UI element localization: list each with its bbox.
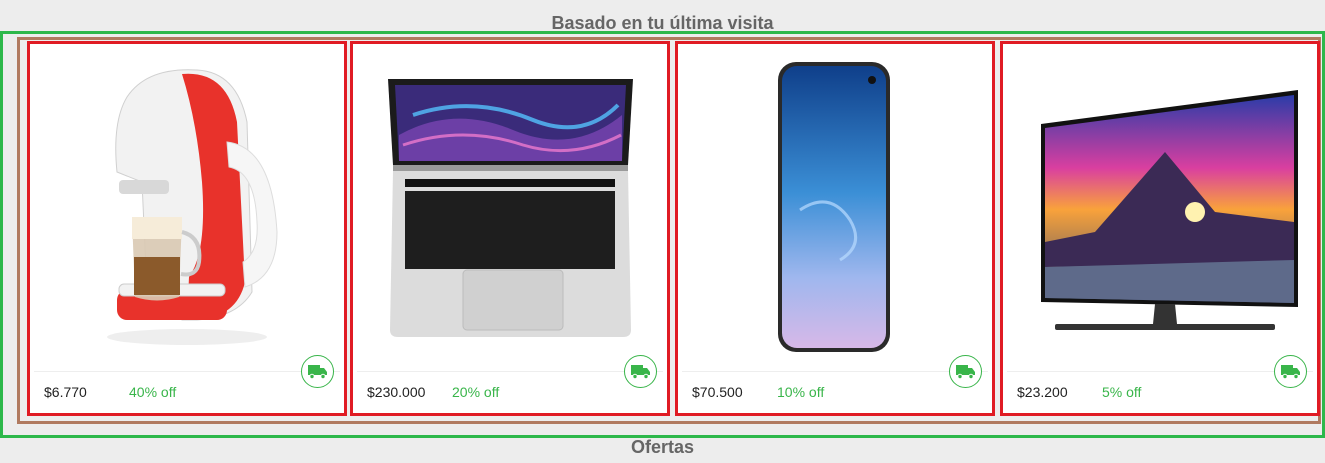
smartphone-image[interactable] <box>682 48 988 366</box>
product-discount: 20% off <box>452 384 500 400</box>
truck-icon <box>301 355 334 388</box>
coffee-machine-image[interactable] <box>34 48 340 366</box>
product-discount: 10% off <box>777 384 825 400</box>
product-discount: 40% off <box>129 384 177 400</box>
card-divider <box>357 371 663 372</box>
product-card[interactable]: $230.000 20% off <box>350 41 670 416</box>
card-divider <box>34 371 340 372</box>
product-card[interactable]: $70.500 10% off <box>675 41 995 416</box>
television-image[interactable] <box>1007 48 1313 366</box>
truck-icon <box>1274 355 1307 388</box>
truck-icon <box>624 355 657 388</box>
product-price: $6.770 <box>44 384 87 400</box>
section-title-offers: Ofertas <box>630 437 695 457</box>
laptop-image[interactable] <box>357 48 663 366</box>
product-card[interactable]: $6.770 40% off <box>27 41 347 416</box>
product-discount: 5% off <box>1102 384 1142 400</box>
product-price: $23.200 <box>1017 384 1068 400</box>
truck-icon <box>949 355 982 388</box>
product-price: $70.500 <box>692 384 743 400</box>
product-card[interactable]: $23.200 5% off <box>1000 41 1320 416</box>
card-divider <box>1007 371 1313 372</box>
product-price: $230.000 <box>367 384 426 400</box>
card-divider <box>682 371 988 372</box>
